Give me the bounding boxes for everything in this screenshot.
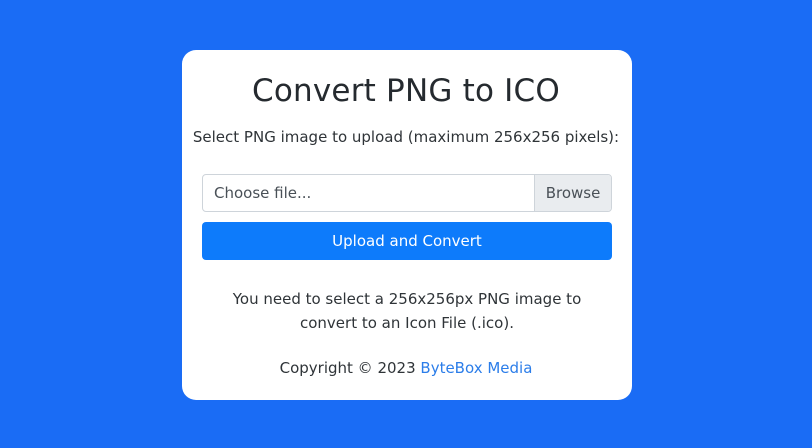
copyright-text: Copyright © 2023 <box>279 359 416 377</box>
footer: Copyright © 2023 ByteBox Media <box>0 358 812 378</box>
file-input-placeholder: Choose file... <box>214 184 312 202</box>
file-input[interactable]: Choose file... Browse <box>202 174 612 212</box>
upload-and-convert-button[interactable]: Upload and Convert <box>202 222 612 260</box>
browse-button[interactable]: Browse <box>534 175 611 211</box>
upload-instructions: Select PNG image to upload (maximum 256x… <box>192 128 620 146</box>
page-title: Convert PNG to ICO <box>252 73 560 109</box>
info-text: You need to select a 256x256px PNG image… <box>232 290 582 332</box>
bytebox-media-link[interactable]: ByteBox Media <box>420 359 532 377</box>
